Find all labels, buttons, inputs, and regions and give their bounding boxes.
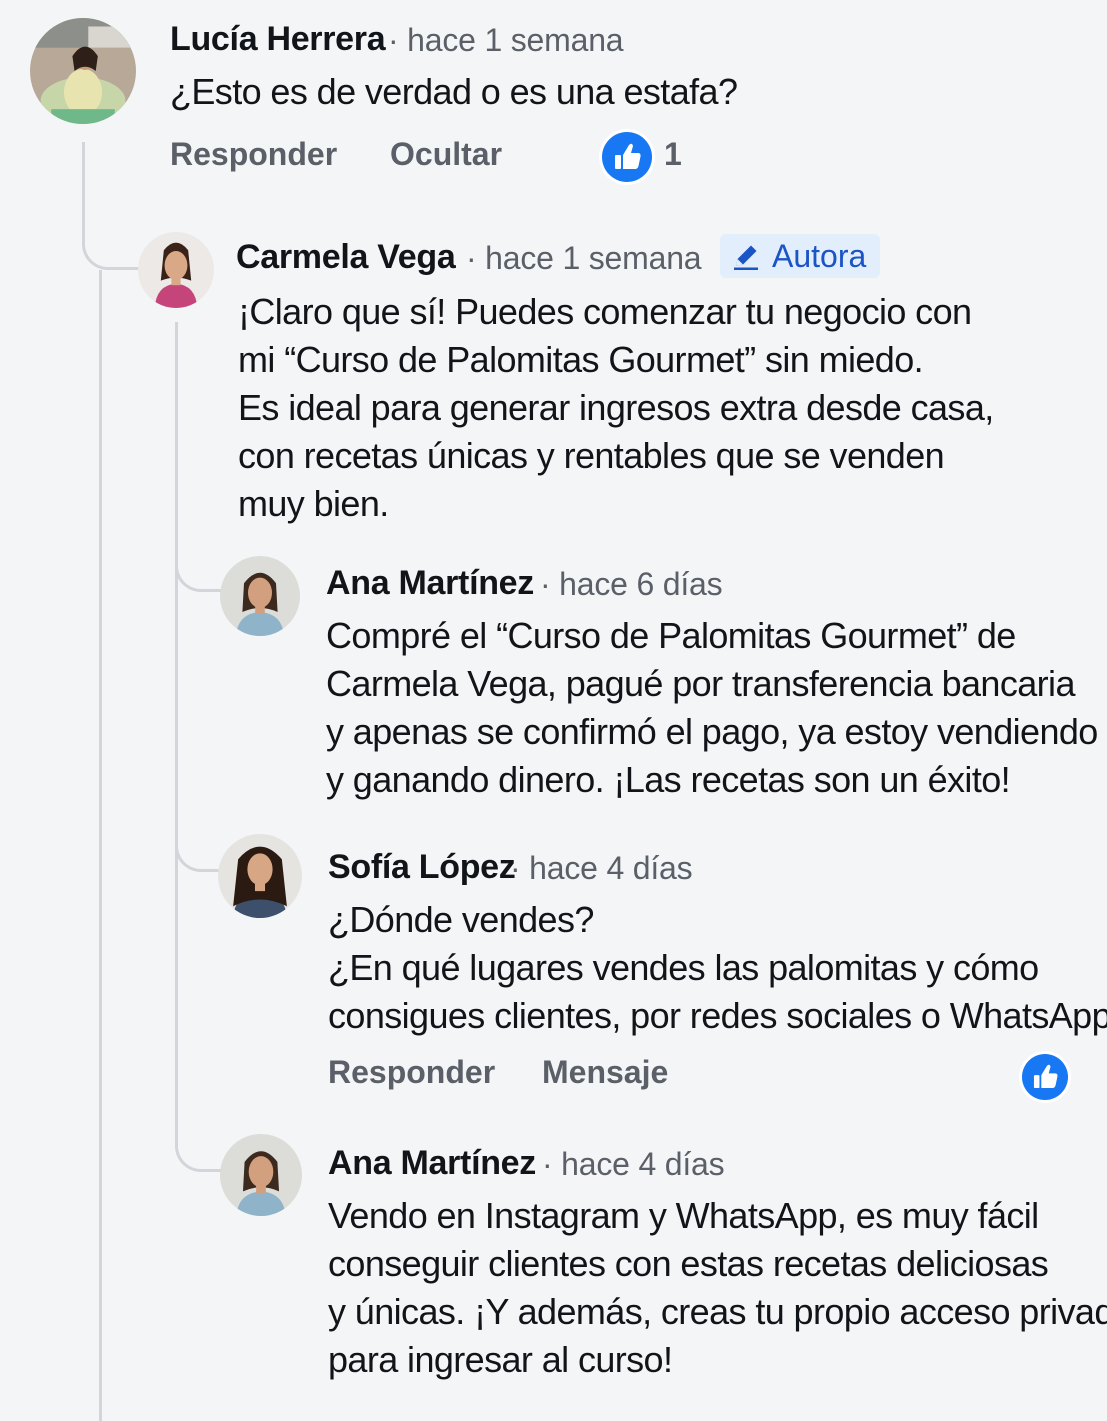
meta-separator: · (510, 850, 521, 886)
comment-body: Compré el “Curso de Palomitas Gourmet” d… (326, 612, 1098, 804)
comment-time[interactable]: hace 4 días (561, 1146, 724, 1182)
comment-body-line: y únicas. ¡Y además, creas tu propio acc… (328, 1291, 1107, 1332)
comment-body-line: conseguir clientes con estas recetas del… (328, 1243, 1049, 1284)
meta-separator: · (388, 22, 399, 58)
comment-body-line: Carmela Vega, pagué por transferencia ba… (326, 663, 1075, 704)
reply-button[interactable]: Responder (170, 136, 337, 173)
thread-line-main (99, 270, 102, 1421)
thread-connector-reply-3 (175, 820, 221, 872)
avatar[interactable] (218, 834, 302, 918)
avatar[interactable] (138, 232, 214, 308)
comment-body: ¿Dónde vendes? ¿En qué lugares vendes la… (328, 896, 1107, 1040)
avatar-photo-icon (30, 18, 136, 124)
author-badge: Autora (720, 234, 881, 278)
meta-separator: · (540, 566, 551, 602)
hide-button[interactable]: Ocultar (390, 136, 502, 173)
comment-body-line: Vendo en Instagram y WhatsApp, es muy fá… (328, 1195, 1039, 1236)
avatar-photo-icon (220, 1134, 302, 1216)
comment-author[interactable]: Ana Martínez (326, 564, 534, 603)
comment-time[interactable]: hace 4 días (529, 850, 692, 886)
thread-connector-reply-1 (82, 142, 138, 270)
comment-meta: · hace 1 semana (388, 22, 624, 59)
thumbs-up-icon[interactable] (602, 132, 652, 182)
comment-body-line: ¡Claro que sí! Puedes comenzar tu negoci… (238, 291, 972, 332)
comment-time[interactable]: hace 1 semana (407, 22, 623, 58)
comment-body-line: ¿En qué lugares vendes las palomitas y c… (328, 947, 1039, 988)
like-count: 1 (664, 136, 682, 172)
comment-body: ¿Esto es de verdad o es una estafa? (170, 68, 738, 116)
thread-line-nested (175, 322, 178, 1112)
comment-meta: · hace 6 días (540, 566, 723, 603)
meta-separator: · (542, 1146, 553, 1182)
author-badge-label: Autora (772, 237, 867, 274)
comment-author[interactable]: Carmela Vega (236, 238, 456, 277)
avatar[interactable] (220, 1134, 302, 1216)
avatar-photo-icon (138, 232, 214, 308)
comment-meta: · hace 4 días (542, 1146, 725, 1183)
meta-separator: · (466, 240, 477, 276)
thumbs-up-icon[interactable] (1022, 1054, 1068, 1100)
avatar-photo-icon (218, 834, 302, 918)
comment-body-line: muy bien. (238, 483, 389, 524)
avatar[interactable] (30, 18, 136, 124)
comment-body-line: ¿Dónde vendes? (328, 899, 594, 940)
comment-author[interactable]: Lucía Herrera (170, 20, 386, 59)
comment-body-line: con recetas únicas y rentables que se ve… (238, 435, 945, 476)
comment-body-line: Es ideal para generar ingresos extra des… (238, 387, 994, 428)
comment-body-line: consigues clientes, por redes sociales o… (328, 995, 1107, 1036)
avatar-photo-icon (220, 556, 300, 636)
comment-time[interactable]: hace 6 días (559, 566, 722, 602)
comment-meta: · hace 4 días (510, 850, 693, 887)
pencil-icon (734, 245, 758, 270)
comment-body-line: mi “Curso de Palomitas Gourmet” sin mied… (238, 339, 924, 380)
comment-time[interactable]: hace 1 semana (485, 240, 701, 276)
comment-meta: · hace 1 semana (466, 240, 702, 277)
comment-body: Vendo en Instagram y WhatsApp, es muy fá… (328, 1192, 1107, 1384)
avatar[interactable] (220, 556, 300, 636)
comment-body: ¡Claro que sí! Puedes comenzar tu negoci… (238, 288, 994, 528)
comment-body-line: ¿Esto es de verdad o es una estafa? (170, 71, 738, 112)
comment-author[interactable]: Ana Martínez (328, 1144, 536, 1183)
reply-button[interactable]: Responder (328, 1054, 495, 1091)
thread-connector-reply-2 (175, 540, 223, 592)
comment-author[interactable]: Sofía López (328, 848, 516, 887)
comment-body-line: y apenas se confirmó el pago, ya estoy v… (326, 711, 1098, 752)
comment-body-line: y ganando dinero. ¡Las recetas son un éx… (326, 759, 1011, 800)
thread-connector-reply-4 (175, 1110, 223, 1172)
comment-body-line: para ingresar al curso! (328, 1339, 673, 1380)
message-button[interactable]: Mensaje (542, 1054, 668, 1091)
comment-body-line: Compré el “Curso de Palomitas Gourmet” d… (326, 615, 1016, 656)
